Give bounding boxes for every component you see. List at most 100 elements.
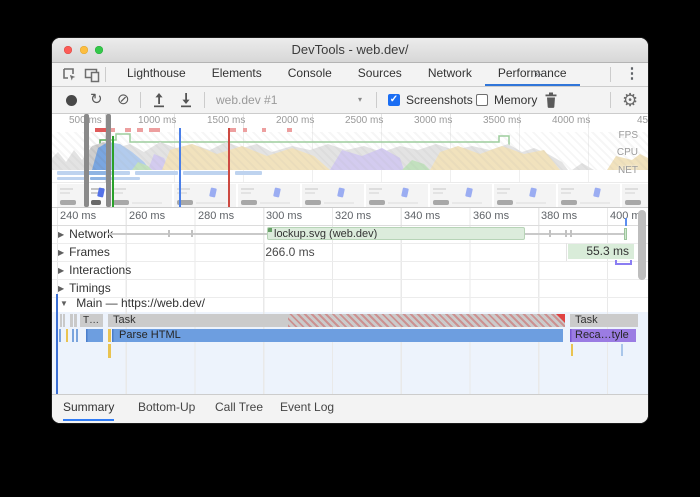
network-request-bar[interactable]: lockup.svg (web.dev): [267, 227, 525, 240]
overview-ruler-label: 1500 ms: [207, 115, 245, 126]
task-label: Task: [113, 314, 136, 326]
frame-boundary: [566, 243, 567, 261]
overview-ruler-label: 2000 ms: [276, 115, 314, 126]
frames-track-row[interactable]: ▶ Frames: [52, 243, 648, 262]
tab-elements[interactable]: Elements: [199, 63, 275, 84]
device-toolbar-icon[interactable]: [83, 66, 101, 84]
devtools-tabbar: Lighthouse Elements Console Sources Netw…: [52, 63, 648, 87]
screenshot-thumbnail[interactable]: [88, 184, 108, 207]
trash-icon[interactable]: [544, 92, 558, 108]
inspect-element-icon[interactable]: [61, 66, 79, 84]
overview-ruler-label: 2500 ms: [345, 115, 383, 126]
long-task-bar[interactable]: Task: [108, 314, 565, 327]
tab-network[interactable]: Network: [415, 63, 485, 84]
overview-dim-left: [52, 128, 84, 207]
profile-select[interactable]: web.dev #1 ▾: [212, 90, 364, 110]
timings-track-label: Timings: [69, 281, 111, 295]
request-whisker-tick: [565, 230, 567, 237]
first-paint-marker: [112, 136, 114, 207]
detail-ruler-label: 340 ms: [404, 210, 440, 222]
overview-ruler-label: 3000 ms: [414, 115, 452, 126]
detail-ruler-label: 300 ms: [266, 210, 302, 222]
performance-toolbar: ↻ ⊘ web.dev #1 ▾ ✓ Screenshots Memory: [52, 87, 648, 114]
dropdown-arrow-icon: ▾: [358, 90, 362, 110]
collapse-arrow-icon[interactable]: ▶: [58, 248, 64, 257]
overview-dim-right: [111, 128, 648, 207]
request-whisker-tick: [570, 230, 572, 237]
long-task-corner-icon: [556, 314, 565, 323]
tab-call-tree[interactable]: Call Tree: [215, 395, 263, 419]
selection-handle-left[interactable]: [84, 114, 89, 207]
fps-track-label: FPS: [619, 130, 638, 141]
net-track-label: NET: [618, 165, 638, 176]
script-micro-bar: [108, 344, 111, 358]
devtools-menu-icon[interactable]: ⋮: [624, 63, 640, 85]
collapse-arrow-icon[interactable]: ▶: [58, 284, 64, 293]
tab-event-log[interactable]: Event Log: [280, 395, 334, 419]
overview-ruler-label: 4000 ms: [552, 115, 590, 126]
micro-task-bar: [60, 314, 62, 327]
clear-icon[interactable]: ⊘: [117, 87, 130, 113]
devtools-window: DevTools - web.dev/ Lighthouse Elements …: [52, 38, 648, 423]
micro-event-bar: [66, 329, 68, 342]
memory-checkbox[interactable]: [476, 94, 488, 106]
tab-summary[interactable]: Summary: [63, 395, 114, 421]
request-whisker-tick: [191, 230, 193, 237]
request-whisker: [108, 233, 267, 235]
interactions-track-row[interactable]: ▶ Interactions: [52, 261, 648, 280]
selection-handle-right[interactable]: [106, 114, 111, 207]
task-bar-truncated[interactable]: T…: [80, 314, 103, 327]
window-title: DevTools - web.dev/: [52, 38, 648, 62]
cpu-track-label: CPU: [617, 147, 638, 158]
frames-track-label: Frames: [69, 245, 110, 259]
bottom-tabbar: Summary Bottom-Up Call Tree Event Log: [52, 394, 648, 423]
timeline-overview[interactable]: 500 ms 1000 ms 1500 ms 2000 ms 2500 ms 3…: [52, 114, 648, 208]
micro-task-bar: [63, 314, 65, 327]
interactions-track-label: Interactions: [69, 263, 131, 277]
recalculate-style-bar[interactable]: Reca…tyle: [570, 329, 636, 342]
overview-ruler-label: 45: [637, 115, 648, 126]
panel-tabs: Lighthouse Elements Console Sources Netw…: [114, 63, 580, 86]
timeline-detail[interactable]: 240 ms 260 ms 280 ms 300 ms 320 ms 340 m…: [52, 208, 648, 394]
tab-lighthouse[interactable]: Lighthouse: [114, 63, 199, 84]
request-queue-chip: [268, 228, 272, 232]
screenshots-label[interactable]: Screenshots: [406, 87, 473, 113]
main-thread-label: Main — https://web.dev/: [76, 296, 205, 310]
frame-duration-label: 266.0 ms: [230, 244, 350, 260]
titlebar: DevTools - web.dev/: [52, 38, 648, 63]
network-track-label: Network: [69, 227, 113, 241]
frame-duration-badge[interactable]: 55.3 ms: [568, 244, 634, 259]
record-icon[interactable]: [66, 95, 77, 106]
load-profile-icon[interactable]: [152, 92, 166, 108]
detail-ruler-label: 260 ms: [129, 210, 165, 222]
save-profile-icon[interactable]: [179, 92, 193, 108]
more-tabs-icon[interactable]: »: [528, 63, 547, 85]
vertical-scrollbar[interactable]: [638, 210, 646, 280]
parse-html-small-bar[interactable]: [86, 329, 103, 342]
memory-label[interactable]: Memory: [494, 87, 537, 113]
overview-ruler-label: 3500 ms: [483, 115, 521, 126]
request-whisker-tick: [168, 230, 170, 237]
detail-ruler-label: 360 ms: [473, 210, 509, 222]
network-request-mini-bar[interactable]: [624, 228, 627, 240]
micro-event-bar: [76, 329, 78, 342]
gear-icon[interactable]: ⚙: [622, 87, 638, 113]
task-bar-2[interactable]: Task: [570, 314, 638, 327]
detail-ruler-label: 240 ms: [60, 210, 96, 222]
detail-ruler-label: 380 ms: [541, 210, 577, 222]
micro-task-bar: [70, 314, 73, 327]
tab-console[interactable]: Console: [275, 63, 345, 84]
expand-arrow-icon[interactable]: ▼: [60, 299, 68, 308]
collapse-arrow-icon[interactable]: ▶: [58, 266, 64, 275]
main-thread-header[interactable]: ▼ Main — https://web.dev/: [52, 294, 648, 312]
reload-and-profile-icon[interactable]: ↻: [90, 87, 103, 113]
network-request-label: lockup.svg (web.dev): [274, 228, 377, 240]
collapse-arrow-icon[interactable]: ▶: [58, 230, 64, 239]
overview-ruler-label: 1000 ms: [138, 115, 176, 126]
parse-html-bar[interactable]: Parse HTML: [112, 329, 563, 342]
screenshots-checkbox[interactable]: ✓: [388, 94, 400, 106]
tab-sources[interactable]: Sources: [345, 63, 415, 84]
tab-bottom-up[interactable]: Bottom-Up: [138, 395, 195, 419]
script-micro-bar: [571, 344, 573, 356]
script-micro-bar: [108, 329, 111, 342]
